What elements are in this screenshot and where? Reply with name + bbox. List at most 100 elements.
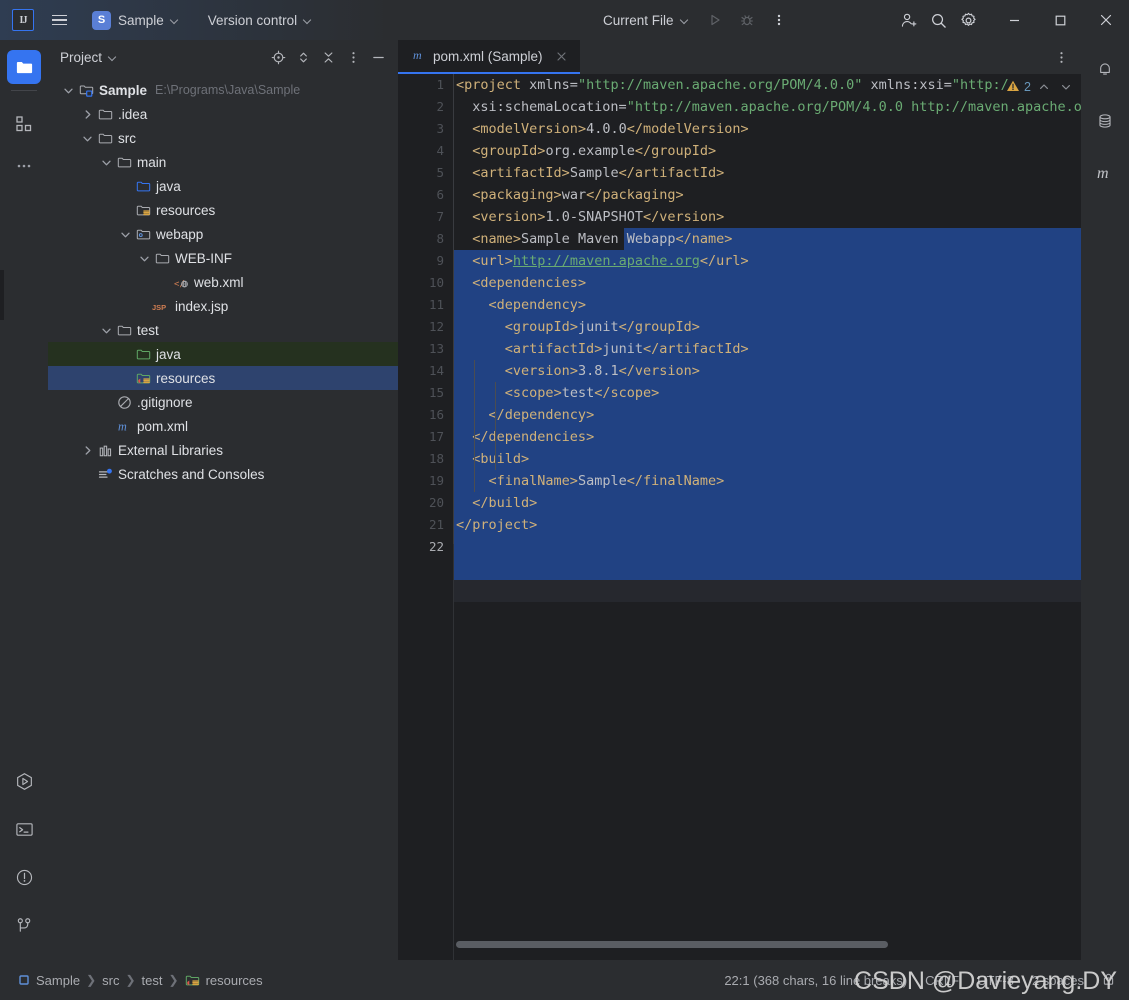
breadcrumb-separator: ❯ (168, 973, 179, 987)
line-number: 16 (428, 407, 444, 422)
tree-node-webapp[interactable]: webapp (48, 222, 398, 246)
tree-node-index-jsp[interactable]: JSP index.jsp (48, 294, 398, 318)
chevron-right-icon[interactable] (79, 438, 95, 462)
tree-node-web-xml[interactable]: </web.xml (48, 270, 398, 294)
sidebar-item-run[interactable] (7, 764, 41, 798)
file-encoding[interactable]: UTF-8 (977, 973, 1014, 988)
sidebar-item-more-tools[interactable] (7, 149, 41, 183)
maximize-button[interactable] (1037, 0, 1083, 40)
minimize-button[interactable] (991, 0, 1037, 40)
editor-tab-bar: m pom.xml (Sample) (398, 40, 1081, 74)
scrollbar-thumb[interactable] (456, 941, 888, 948)
project-selector[interactable]: S Sample (84, 7, 188, 33)
sidebar-item-notifications[interactable] (1088, 52, 1122, 86)
sidebar-item-database[interactable] (1088, 104, 1122, 138)
warning-triangle-icon[interactable] (1006, 79, 1020, 96)
tree-node-external-libraries[interactable]: External Libraries (48, 438, 398, 462)
editor-tab-pom-xml[interactable]: m pom.xml (Sample) (398, 40, 580, 74)
run-configuration-selector[interactable]: Current File (595, 7, 698, 33)
code-line: <url>http://maven.apache.org</url> (472, 253, 749, 269)
code-line: xsi:schemaLocation="http://maven.apache.… (456, 99, 1081, 115)
sidebar-item-project[interactable] (7, 50, 41, 84)
run-icon[interactable] (700, 5, 730, 35)
tree-node--gitignore[interactable]: .gitignore (48, 390, 398, 414)
crosshair-icon[interactable] (266, 45, 290, 69)
tree-node-sample[interactable]: Sample E:\Programs\Java\Sample (48, 78, 398, 102)
chevron-down-icon[interactable] (98, 150, 114, 174)
line-number: 20 (428, 495, 444, 510)
intellij-idea-window: IJ S Sample Version control Current File (0, 0, 1129, 1000)
tree-node-java[interactable]: java (48, 342, 398, 366)
line-number: 19 (428, 473, 444, 488)
breadcrumb-label: resources (205, 972, 263, 988)
breadcrumb-item-src[interactable]: src (102, 973, 119, 988)
tree-node-label: web.xml (194, 274, 244, 290)
sidebar-item-maven[interactable]: m (1088, 156, 1122, 190)
tree-node-web-inf[interactable]: WEB-INF (48, 246, 398, 270)
chevron-down-icon[interactable] (79, 126, 95, 150)
breadcrumb-item-test[interactable]: test (142, 973, 163, 988)
breadcrumb-item-sample[interactable]: Sample (18, 973, 80, 988)
line-separator[interactable]: CRLF (925, 973, 959, 988)
debug-icon[interactable] (732, 5, 762, 35)
chevron-down-icon[interactable] (109, 53, 118, 62)
lock-icon[interactable] (1102, 972, 1115, 989)
more-vertical-icon[interactable] (341, 45, 365, 69)
project-panel-actions (266, 45, 390, 69)
line-number: 11 (428, 297, 444, 312)
test-source-root-icon (133, 342, 153, 366)
breadcrumb: Sample ❯ src ❯ test ❯ resources (0, 973, 263, 988)
expand-collapse-icon[interactable] (291, 45, 315, 69)
chevron-down-icon[interactable] (98, 318, 114, 342)
indent-guide (474, 360, 475, 492)
line-number: 8 (436, 231, 444, 246)
tree-node-scratches-and-consoles[interactable]: Scratches and Consoles (48, 462, 398, 486)
tree-node-src[interactable]: src (48, 126, 398, 150)
version-control-selector[interactable]: Version control (200, 7, 321, 33)
project-tree[interactable]: Sample E:\Programs\Java\Sample .idea src mai… (48, 78, 398, 960)
more-vertical-icon[interactable] (764, 5, 794, 35)
chevron-down-icon[interactable] (60, 78, 76, 102)
intellij-idea-logo-icon[interactable]: IJ (12, 9, 34, 31)
sidebar-item-terminal[interactable] (7, 812, 41, 846)
project-panel-title[interactable]: Project (60, 50, 102, 65)
tree-node-pom-xml[interactable]: m pom.xml (48, 414, 398, 438)
chevron-up-icon[interactable] (1035, 78, 1053, 96)
sidebar-item-problems[interactable] (7, 860, 41, 894)
tree-node-resources[interactable]: resources (48, 198, 398, 222)
sidebar-item-version-control[interactable] (7, 908, 41, 942)
close-icon[interactable] (554, 48, 570, 64)
gear-icon[interactable] (953, 5, 983, 35)
chevron-down-icon[interactable] (1057, 78, 1075, 96)
tree-node--idea[interactable]: .idea (48, 102, 398, 126)
tree-node-resources[interactable]: resources (48, 366, 398, 390)
module-icon (18, 974, 30, 986)
editor-gutter[interactable]: 1 2 3 4 5 6 7 8 9 10 11 12 13 14 15 16 17 18 19 20 21 22 (398, 74, 454, 960)
more-vertical-icon[interactable] (1049, 45, 1073, 69)
collapse-all-icon[interactable] (316, 45, 340, 69)
code-editor[interactable]: 1 2 3 4 5 6 7 8 9 10 11 12 13 14 15 16 17 18 19 20 21 22 <pro… (398, 74, 1081, 960)
test-resource-root-icon (133, 366, 153, 390)
tree-node-test[interactable]: test (48, 318, 398, 342)
warning-count: 2 (1024, 80, 1031, 94)
breadcrumb-item-resources[interactable]: resources (185, 973, 263, 988)
close-button[interactable] (1083, 0, 1129, 40)
indent-guide (495, 382, 496, 470)
hamburger-menu-icon[interactable] (44, 5, 74, 35)
tree-node-java[interactable]: java (48, 174, 398, 198)
line-number: 12 (428, 319, 444, 334)
add-user-icon[interactable] (893, 5, 923, 35)
search-icon[interactable] (923, 5, 953, 35)
svg-text:JSP: JSP (152, 302, 166, 311)
caret-position[interactable]: 22:1 (368 chars, 16 line breaks) (724, 973, 907, 988)
code-lines: <project xmlns="http://maven.apache.org/… (454, 74, 1081, 960)
sidebar-item-structure[interactable] (7, 107, 41, 141)
hide-panel-icon[interactable] (366, 45, 390, 69)
status-bar-right: 22:1 (368 chars, 16 line breaks) CRLF UT… (724, 972, 1129, 989)
indent-setting[interactable]: 2 spaces (1032, 973, 1084, 988)
chevron-down-icon[interactable] (117, 222, 133, 246)
tree-node-main[interactable]: main (48, 150, 398, 174)
chevron-down-icon[interactable] (136, 246, 152, 270)
horizontal-scrollbar[interactable] (454, 941, 1074, 948)
chevron-right-icon[interactable] (79, 102, 95, 126)
